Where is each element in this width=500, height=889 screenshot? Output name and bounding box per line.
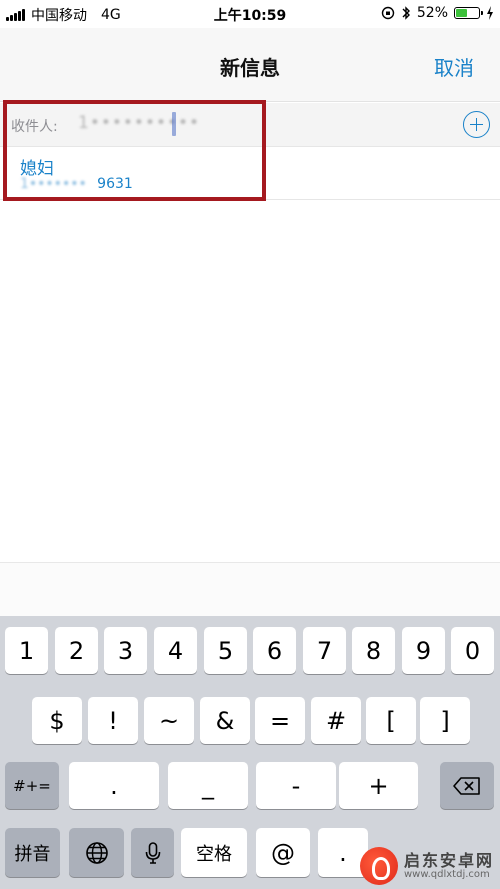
status-bar: 中国移动 4G 上午10:59 52% (0, 0, 500, 28)
key-dollar[interactable]: $ (32, 697, 82, 744)
watermark: 启东安卓网 www.qdlxtdj.com (359, 847, 494, 885)
key-9[interactable]: 9 (402, 627, 445, 674)
battery-icon (454, 7, 483, 19)
key-5[interactable]: 5 (204, 627, 247, 674)
key-8[interactable]: 8 (352, 627, 395, 674)
watermark-url: www.qdlxtdj.com (403, 869, 490, 881)
orientation-lock-icon (381, 6, 395, 20)
bluetooth-icon (402, 6, 410, 20)
key-at[interactable]: @ (256, 828, 310, 877)
key-7[interactable]: 7 (303, 627, 346, 674)
key-4[interactable]: 4 (154, 627, 197, 674)
delete-key[interactable] (440, 762, 494, 809)
key-2[interactable]: 2 (55, 627, 98, 674)
key-exclamation[interactable]: ! (88, 697, 138, 744)
key-hash[interactable]: # (311, 697, 361, 744)
highlight-annotation (3, 100, 266, 201)
key-hyphen[interactable]: - (256, 762, 336, 809)
add-contact-button[interactable] (463, 111, 490, 138)
key-0[interactable]: 0 (451, 627, 494, 674)
symbols-switch-key[interactable]: #+= (5, 762, 59, 809)
microphone-icon (145, 841, 160, 864)
key-ampersand[interactable]: & (200, 697, 250, 744)
keyboard: 1 2 3 4 5 6 7 8 9 0 $ ! ~ & = # [ ] #+= … (0, 616, 500, 889)
cancel-button[interactable]: 取消 (434, 52, 474, 81)
battery-percent: 52% (416, 5, 448, 21)
backspace-icon (453, 776, 480, 795)
key-equals[interactable]: = (255, 697, 305, 744)
globe-key[interactable] (69, 828, 124, 877)
key-plus[interactable]: + (339, 762, 418, 809)
key-6[interactable]: 6 (253, 627, 296, 674)
pinyin-key[interactable]: 拼音 (5, 828, 60, 877)
key-1[interactable]: 1 (5, 627, 48, 674)
watermark-title: 启东安卓网 (403, 850, 494, 870)
key-period[interactable]: . (69, 762, 159, 809)
microphone-key[interactable] (131, 828, 174, 877)
key-right-bracket[interactable]: ] (420, 697, 470, 744)
watermark-logo-icon (359, 847, 398, 885)
key-3[interactable]: 3 (104, 627, 147, 674)
charging-icon (487, 6, 493, 20)
key-underscore[interactable]: _ (168, 762, 248, 809)
compose-bar (0, 562, 500, 616)
page-title: 新信息 (220, 56, 280, 80)
space-key[interactable]: 空格 (181, 828, 247, 877)
key-left-bracket[interactable]: [ (366, 697, 416, 744)
nav-bar: 新信息 取消 (0, 28, 500, 102)
globe-icon (85, 841, 108, 864)
key-tilde[interactable]: ~ (144, 697, 194, 744)
